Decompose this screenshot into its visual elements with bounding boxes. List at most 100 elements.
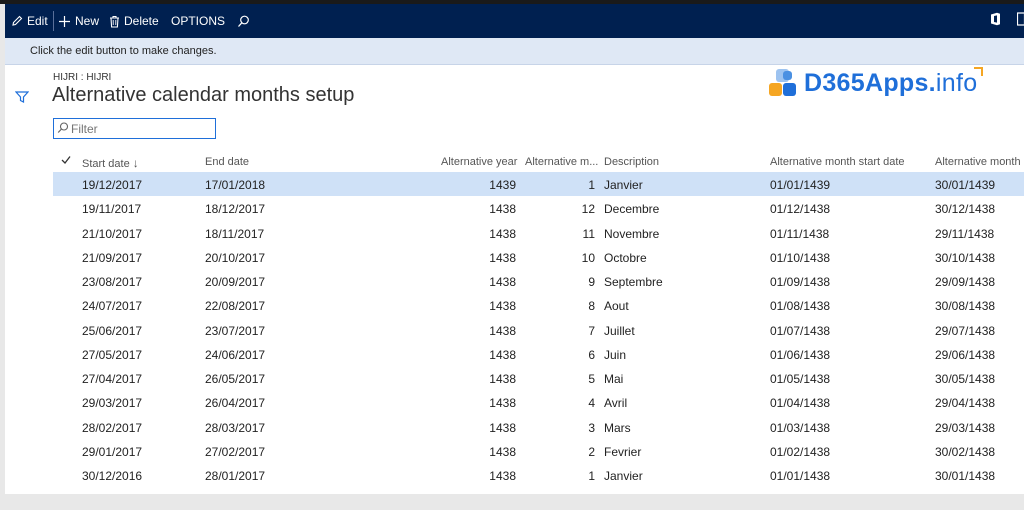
options-label: OPTIONS xyxy=(171,14,226,28)
table-row[interactable]: 29/03/2017 26/04/2017 1438 4 Avril 01/04/1438… xyxy=(53,390,1024,414)
cell-alternative-month-start-date: 01/01/1438 xyxy=(770,469,831,483)
action-bar: Edit New Delete OPTIONS xyxy=(5,4,1024,38)
options-button[interactable]: OPTIONS xyxy=(171,12,225,30)
cell-end-date: 26/05/2017 xyxy=(205,372,266,386)
cell-end-date: 23/07/2017 xyxy=(205,323,266,338)
table-row[interactable]: 23/08/2017 20/09/2017 1438 9 Septembre 01/09/… xyxy=(53,269,1024,293)
cell-alternative-month: 12 xyxy=(581,202,595,217)
cell-description: Septembre xyxy=(604,275,663,289)
cell-description: Octobre xyxy=(604,250,647,265)
separator xyxy=(53,11,54,31)
cell-alternative-month-end-date: 29/11/1438 xyxy=(935,226,995,241)
cell-alternative-month-start-date: 01/05/1438 xyxy=(770,372,831,386)
pencil-icon xyxy=(12,15,23,26)
col-description[interactable]: Description xyxy=(604,156,659,168)
cell-start-date: 27/04/2017 xyxy=(82,372,143,386)
table-row[interactable]: 30/12/2016 28/01/2017 1438 1 Janvier 01/01/14… xyxy=(53,463,1024,487)
cell-end-date: 20/10/2017 xyxy=(205,250,266,265)
cell-alternative-year: 1438 xyxy=(489,396,516,411)
sort-down-arrow-icon: ↓ xyxy=(132,156,139,170)
cell-alternative-month-end-date: 29/04/1438 xyxy=(935,396,996,411)
cell-alternative-month: 5 xyxy=(588,372,595,386)
cell-alternative-year: 1438 xyxy=(489,347,516,362)
cell-start-date: 29/03/2017 xyxy=(82,396,143,411)
cell-alternative-month-start-date: 01/06/1438 xyxy=(770,347,831,362)
cell-alternative-month-start-date: 01/01/1439 xyxy=(770,178,831,192)
cell-alternative-month-end-date: 30/01/1439 xyxy=(935,178,996,192)
page-title: Alternative calendar months setup xyxy=(52,84,355,106)
cell-alternative-year: 1438 xyxy=(489,275,516,289)
cell-alternative-year: 1438 xyxy=(489,250,516,265)
cell-alternative-month: 8 xyxy=(588,299,595,314)
cell-alternative-month-start-date: 01/04/1438 xyxy=(770,396,831,411)
delete-button[interactable]: Delete xyxy=(109,12,159,30)
cell-alternative-month-end-date: 29/03/1438 xyxy=(935,420,996,435)
office-icon[interactable] xyxy=(990,12,1001,30)
search-icon xyxy=(238,15,249,27)
col-start-date[interactable]: Start date ↓ xyxy=(82,156,139,170)
grid-header: Start date ↓ End date Alternative year A… xyxy=(53,150,1024,172)
cell-alternative-month-end-date: 30/10/1438 xyxy=(935,250,996,265)
cell-alternative-year: 1438 xyxy=(489,420,516,435)
table-row[interactable]: 27/05/2017 24/06/2017 1438 6 Juin 01/06/1438 2… xyxy=(53,342,1024,366)
select-all-checkmark-icon[interactable] xyxy=(61,155,71,168)
cell-description: Aout xyxy=(604,299,629,314)
cell-start-date: 23/08/2017 xyxy=(82,275,143,289)
cell-alternative-month: 6 xyxy=(588,347,595,362)
col-alternative-year[interactable]: Alternative year xyxy=(441,156,517,168)
new-button[interactable]: New xyxy=(58,12,99,30)
filter-input[interactable] xyxy=(71,122,211,136)
cell-description: Mai xyxy=(604,372,624,386)
table-row[interactable]: 28/02/2017 28/03/2017 1438 3 Mars 01/03/1438 2… xyxy=(53,415,1024,439)
table-row[interactable]: 21/10/2017 18/11/2017 1438 11 Novembre 01/11/… xyxy=(53,221,1024,245)
col-end-date[interactable]: End date xyxy=(205,156,249,168)
cell-alternative-month-end-date: 30/12/1438 xyxy=(935,202,996,217)
cell-alternative-year: 1438 xyxy=(489,444,516,459)
table-row[interactable]: 27/04/2017 26/05/2017 1438 5 Mai 01/05/1438 30… xyxy=(53,366,1024,390)
cell-alternative-month-start-date: 01/11/1438 xyxy=(770,226,830,241)
cell-alternative-month-start-date: 01/08/1438 xyxy=(770,299,831,314)
attachment-icon[interactable] xyxy=(1016,12,1024,30)
cell-description: Decembre xyxy=(604,202,660,217)
cell-alternative-month: 10 xyxy=(581,250,595,265)
cell-alternative-month-end-date: 30/05/1438 xyxy=(935,372,996,386)
search-button[interactable] xyxy=(237,12,250,30)
col-alternative-month-end-date[interactable]: Alternative month e xyxy=(935,156,1024,168)
cell-description: Janvier xyxy=(604,469,643,483)
months-grid: Start date ↓ End date Alternative year A… xyxy=(53,150,1024,487)
cell-alternative-year: 1438 xyxy=(489,469,516,483)
funnel-icon[interactable] xyxy=(15,91,29,103)
cell-end-date: 24/06/2017 xyxy=(205,347,266,362)
cell-end-date: 27/02/2017 xyxy=(205,444,266,459)
cell-alternative-month: 11 xyxy=(582,226,595,241)
cell-end-date: 28/01/2017 xyxy=(205,469,266,483)
edit-button[interactable]: Edit xyxy=(11,12,48,30)
cell-alternative-month-end-date: 29/06/1438 xyxy=(935,347,996,362)
logo-squares-icon xyxy=(768,68,798,98)
table-row[interactable]: 21/09/2017 20/10/2017 1438 10 Octobre 01/10/1… xyxy=(53,245,1024,269)
cell-description: Janvier xyxy=(604,178,643,192)
message-text: Click the edit button to make changes. xyxy=(30,45,217,57)
cell-alternative-month-start-date: 01/03/1438 xyxy=(770,420,831,435)
table-row[interactable]: 25/06/2017 23/07/2017 1438 7 Juillet 01/07/14… xyxy=(53,318,1024,342)
cell-description: Juillet xyxy=(604,323,635,338)
filter-input-box[interactable] xyxy=(53,118,216,139)
cell-alternative-month-end-date: 30/01/1438 xyxy=(935,469,996,483)
cell-description: Mars xyxy=(604,420,631,435)
table-row[interactable]: 29/01/2017 27/02/2017 1438 2 Fevrier 01/02/14… xyxy=(53,439,1024,463)
cell-alternative-year: 1438 xyxy=(489,226,516,241)
cell-start-date: 30/12/2016 xyxy=(82,469,143,483)
cell-start-date: 19/11/2017 xyxy=(82,202,142,217)
cell-end-date: 17/01/2018 xyxy=(205,178,266,192)
app-window: Edit New Delete OPTIONS Click the edit b… xyxy=(5,4,1024,494)
table-row[interactable]: 19/12/2017 17/01/2018 1439 1 Janvier 01/01/14… xyxy=(53,172,1024,197)
cell-alternative-month: 9 xyxy=(588,275,595,289)
cell-alternative-month-end-date: 29/09/1438 xyxy=(935,275,996,289)
cell-end-date: 28/03/2017 xyxy=(205,420,266,435)
col-alternative-month[interactable]: Alternative m... xyxy=(525,156,598,168)
col-alternative-month-start-date[interactable]: Alternative month start date xyxy=(770,156,905,168)
message-bar: Click the edit button to make changes. xyxy=(5,38,1024,65)
cell-alternative-month-start-date: 01/10/1438 xyxy=(770,250,831,265)
table-row[interactable]: 24/07/2017 22/08/2017 1438 8 Aout 01/08/1438 3… xyxy=(53,293,1024,317)
table-row[interactable]: 19/11/2017 18/12/2017 1438 12 Decembre 01/12/… xyxy=(53,196,1024,220)
